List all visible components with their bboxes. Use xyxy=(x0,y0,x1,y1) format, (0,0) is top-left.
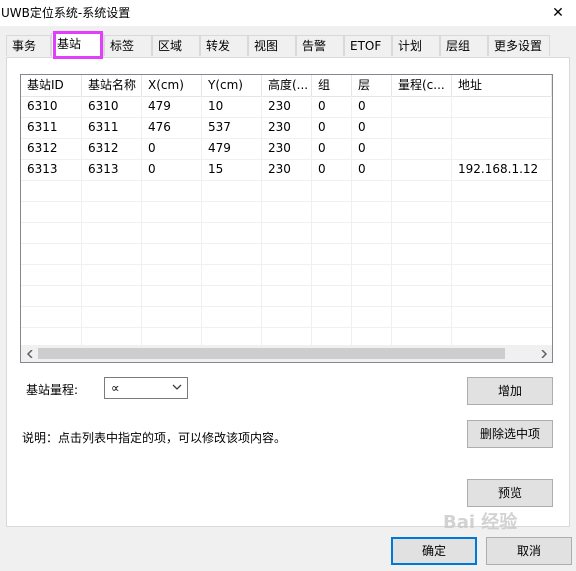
tab-tags[interactable]: 标签 xyxy=(104,35,152,56)
tab-alarm[interactable]: 告警 xyxy=(296,35,344,56)
chevron-right-icon xyxy=(540,349,547,358)
close-icon: ✕ xyxy=(552,5,564,21)
empty-row xyxy=(21,264,552,286)
empty-row xyxy=(21,243,552,265)
column-header[interactable]: Y(cm) xyxy=(202,75,262,96)
column-header[interactable]: 基站名称 xyxy=(82,75,142,96)
tab-affairs[interactable]: 事务 xyxy=(6,35,51,56)
empty-row xyxy=(21,222,552,244)
title-bar: UWB定位系统-系统设置 ✕ xyxy=(0,0,576,26)
tab-etof[interactable]: ETOF xyxy=(344,35,392,56)
preview-button[interactable]: 预览 xyxy=(467,479,553,507)
tab-more-settings[interactable]: 更多设置 xyxy=(488,35,550,56)
tab-base-station[interactable]: 基站 xyxy=(51,33,104,57)
column-header[interactable]: 组 xyxy=(312,75,352,96)
empty-row xyxy=(21,306,552,328)
horizontal-scrollbar[interactable] xyxy=(21,345,552,362)
base-station-list[interactable]: 基站ID 基站名称 X(cm) Y(cm) 高度(... 组 层 量程(c...… xyxy=(20,74,553,363)
column-header[interactable]: 地址 xyxy=(452,75,552,96)
chevron-down-icon xyxy=(172,384,182,390)
window-title: UWB定位系统-系统设置 xyxy=(1,6,131,20)
cancel-button[interactable]: 取消 xyxy=(486,537,572,565)
tab-strip: 事务 基站 标签 区域 转发 视图 告警 ETOF 计划 层组 更多设置 xyxy=(6,33,570,57)
tab-area[interactable]: 区域 xyxy=(152,35,200,56)
close-button[interactable]: ✕ xyxy=(540,0,576,26)
scroll-right-button[interactable] xyxy=(535,345,552,362)
empty-row xyxy=(21,285,552,307)
column-header[interactable]: 高度(... xyxy=(262,75,312,96)
table-row[interactable]: 6313 6313 0 15 230 0 0 192.168.1.12 xyxy=(21,159,552,181)
empty-row xyxy=(21,180,552,202)
delete-selected-button[interactable]: 删除选中项 xyxy=(467,420,553,448)
table-row[interactable]: 6311 6311 476 537 230 0 0 xyxy=(21,117,552,139)
table-row[interactable]: 6310 6310 479 10 230 0 0 xyxy=(21,96,552,118)
instruction-note: 说明：点击列表中指定的项，可以修改该项内容。 xyxy=(22,431,287,445)
column-header[interactable]: X(cm) xyxy=(142,75,202,96)
column-header[interactable]: 层 xyxy=(352,75,392,96)
tab-layer-group[interactable]: 层组 xyxy=(440,35,488,56)
watermark: Bai 经验 xyxy=(443,512,518,533)
list-header: 基站ID 基站名称 X(cm) Y(cm) 高度(... 组 层 量程(c...… xyxy=(21,75,552,97)
table-row[interactable]: 6312 6312 0 479 230 0 0 xyxy=(21,138,552,160)
ok-button[interactable]: 确定 xyxy=(391,537,477,565)
tab-forward[interactable]: 转发 xyxy=(200,35,248,56)
scroll-left-button[interactable] xyxy=(21,345,38,362)
add-button[interactable]: 增加 xyxy=(467,377,553,405)
tab-plan[interactable]: 计划 xyxy=(392,35,440,56)
range-label: 基站量程: xyxy=(26,383,79,397)
chevron-left-icon xyxy=(26,349,33,358)
range-selected-value: ∝ xyxy=(111,381,120,395)
scrollbar-thumb[interactable] xyxy=(38,348,505,359)
column-header[interactable]: 基站ID xyxy=(21,75,82,96)
empty-row xyxy=(21,201,552,223)
range-select[interactable]: ∝ xyxy=(104,377,188,399)
column-header[interactable]: 量程(c... xyxy=(392,75,452,96)
tab-view[interactable]: 视图 xyxy=(248,35,296,56)
